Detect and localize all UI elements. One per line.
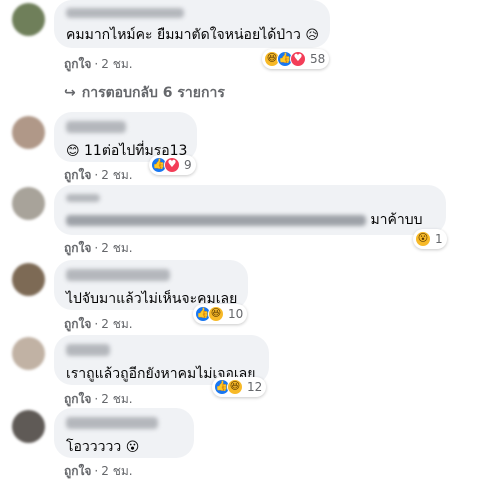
avatar[interactable] bbox=[12, 3, 45, 36]
avatar[interactable] bbox=[12, 337, 45, 370]
comment-meta: ถูกใจ · 2 ชม. bbox=[64, 166, 133, 185]
like-link[interactable]: ถูกใจ bbox=[64, 57, 91, 71]
meta-separator: · bbox=[94, 317, 99, 331]
love-icon: ♥ bbox=[164, 157, 180, 173]
love-icon: ♥ bbox=[290, 51, 306, 67]
author-name-blurred[interactable] bbox=[66, 417, 158, 429]
comment-meta: ถูกใจ · 2 ชม. bbox=[64, 55, 133, 74]
timestamp[interactable]: 2 ชม. bbox=[101, 57, 132, 71]
wow-icon: 😮 bbox=[415, 231, 431, 247]
reaction-summary[interactable]: 👍 ♥ 9 bbox=[149, 155, 196, 175]
comment-text: มาค้าบบ bbox=[66, 211, 434, 230]
avatar[interactable] bbox=[12, 187, 45, 220]
meta-separator: · bbox=[94, 168, 99, 182]
like-link[interactable]: ถูกใจ bbox=[64, 464, 91, 478]
like-link[interactable]: ถูกใจ bbox=[64, 392, 91, 406]
comment-text-body: มาค้าบบ bbox=[370, 212, 423, 228]
comment-meta: ถูกใจ · 2 ชม. bbox=[64, 239, 133, 258]
avatar[interactable] bbox=[12, 263, 45, 296]
author-name-blurred[interactable] bbox=[66, 194, 100, 202]
sad-emoji: 😥 bbox=[305, 28, 319, 43]
smile-emoji: 😊 bbox=[66, 144, 80, 159]
view-replies-link[interactable]: ↪ การตอบกลับ 6 รายการ bbox=[64, 82, 225, 104]
author-name-blurred[interactable] bbox=[66, 8, 184, 18]
haha-icon: 😆 bbox=[208, 306, 224, 322]
comment-meta: ถูกใจ · 2 ชม. bbox=[64, 315, 133, 334]
reply-arrow-icon: ↪ bbox=[64, 85, 76, 101]
reaction-count: 1 bbox=[435, 232, 443, 246]
comment-text: โอววววว 😮 bbox=[66, 438, 182, 457]
replies-label: การตอบกลับ 6 รายการ bbox=[81, 85, 225, 101]
reaction-summary[interactable]: 😮 1 bbox=[413, 229, 447, 249]
like-link[interactable]: ถูกใจ bbox=[64, 168, 91, 182]
timestamp[interactable]: 2 ชม. bbox=[101, 317, 132, 331]
comment-bubble: คมมากไหม์คะ ยืมมาตัดใจหน่อยได้ป่าว 😥 bbox=[54, 0, 330, 48]
wow-emoji: 😮 bbox=[125, 440, 140, 455]
reaction-summary[interactable]: 👍 😆 12 bbox=[212, 377, 267, 397]
avatar[interactable] bbox=[12, 410, 45, 443]
timestamp[interactable]: 2 ชม. bbox=[101, 241, 132, 255]
timestamp[interactable]: 2 ชม. bbox=[101, 168, 132, 182]
avatar[interactable] bbox=[12, 116, 45, 149]
meta-separator: · bbox=[94, 392, 99, 406]
meta-separator: · bbox=[94, 241, 99, 255]
meta-separator: · bbox=[94, 57, 99, 71]
comment-meta: ถูกใจ · 2 ชม. bbox=[64, 462, 133, 481]
reaction-count: 10 bbox=[228, 307, 244, 321]
comment-text-body: โอววววว bbox=[66, 439, 122, 455]
like-link[interactable]: ถูกใจ bbox=[64, 241, 91, 255]
comment-text: คมมากไหม์คะ ยืมมาตัดใจหน่อยได้ป่าว 😥 bbox=[66, 26, 319, 45]
reaction-summary[interactable]: 😆 👍 ♥ 58 bbox=[262, 49, 330, 69]
comment-bubble: มาค้าบบ bbox=[54, 185, 446, 235]
author-name-blurred[interactable] bbox=[66, 121, 126, 133]
reaction-count: 9 bbox=[184, 158, 192, 172]
tagged-name-blurred[interactable] bbox=[66, 214, 366, 226]
timestamp[interactable]: 2 ชม. bbox=[101, 392, 132, 406]
like-link[interactable]: ถูกใจ bbox=[64, 317, 91, 331]
comment-text-body: คมมากไหม์คะ ยืมมาตัดใจหน่อยได้ป่าว bbox=[66, 27, 301, 43]
comment-meta: ถูกใจ · 2 ชม. bbox=[64, 390, 133, 409]
author-name-blurred[interactable] bbox=[66, 344, 110, 356]
reaction-count: 58 bbox=[310, 52, 326, 66]
reaction-count: 12 bbox=[247, 380, 263, 394]
meta-separator: · bbox=[94, 464, 99, 478]
author-name-blurred[interactable] bbox=[66, 269, 170, 281]
reaction-summary[interactable]: 👍 😆 10 bbox=[193, 304, 248, 324]
comment-bubble: โอววววว 😮 bbox=[54, 408, 194, 458]
comment-bubble: ไปจับมาแล้วไม่เห็นจะคมเลย bbox=[54, 260, 248, 310]
haha-icon: 😆 bbox=[227, 379, 243, 395]
timestamp[interactable]: 2 ชม. bbox=[101, 464, 132, 478]
